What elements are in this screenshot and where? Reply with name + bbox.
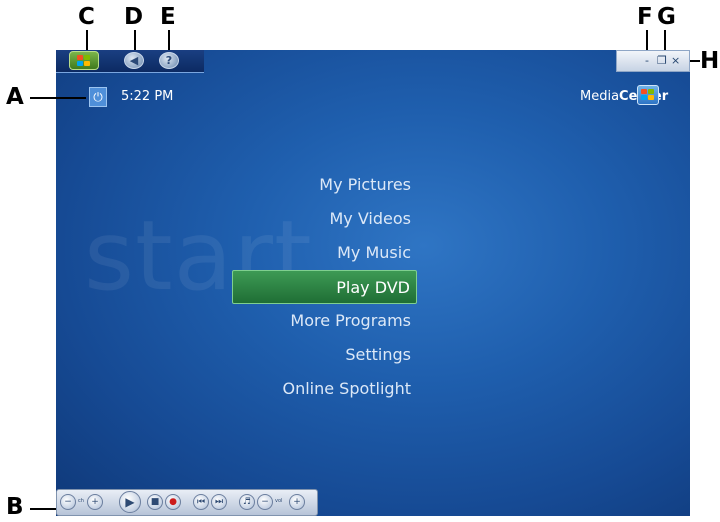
leader-a [30,97,86,99]
restore-button[interactable]: ❐ [657,54,667,68]
volume-down-button[interactable]: − [257,494,273,510]
skip-back-icon: ⏮ [196,497,206,507]
help-button[interactable]: ? [159,52,179,69]
menu-item[interactable]: Online Spotlight [232,372,417,406]
clock: 5:22 PM [121,89,174,104]
close-button[interactable]: × [671,54,680,68]
callout-g: G [657,4,676,30]
back-button[interactable]: ◀ [124,52,144,69]
record-button[interactable]: ● [165,494,181,510]
callout-h: H [700,48,720,74]
power-button[interactable]: ⏻ [89,87,107,107]
channel-up-button[interactable]: + [87,494,103,510]
brand-media: Media [580,89,620,104]
callout-c: C [78,4,95,30]
skip-forward-icon: ⏭ [214,497,224,507]
channel-down-button[interactable]: − [60,494,76,510]
play-icon: ▶ [125,495,135,509]
stop-button[interactable]: ■ [147,494,163,510]
callout-d: D [124,4,144,30]
stop-icon: ■ [150,497,160,507]
menu-item[interactable]: Play DVD [232,270,417,304]
title-toolbar: ◀ ? [56,50,204,73]
callout-b: B [6,494,24,520]
mute-button[interactable]: ♬ [239,494,255,510]
transport-controls: − ch + ▶ ■ ● ⏮ ⏭ ♬ − vol + [56,489,318,516]
minimize-button[interactable]: - [645,54,649,68]
start-button[interactable] [69,51,99,70]
skip-back-button[interactable]: ⏮ [193,494,209,510]
speaker-icon: ♬ [242,497,252,507]
callout-e: E [160,4,176,30]
leader-e [168,30,170,52]
window-controls: - ❐ × [616,50,690,72]
callout-a: A [6,84,24,110]
channel-label: ch [78,498,84,504]
leader-d [134,30,136,52]
menu-item[interactable]: Settings [232,338,417,372]
menu-item[interactable]: My Videos [232,202,417,236]
power-icon: ⏻ [93,90,103,104]
record-icon: ● [169,497,177,507]
volume-up-button[interactable]: + [289,494,305,510]
menu-item[interactable]: My Music [232,236,417,270]
menu-item[interactable]: More Programs [232,304,417,338]
play-button[interactable]: ▶ [119,491,141,513]
question-mark-icon: ? [165,54,173,67]
leader-c [86,30,88,52]
leader-b [30,508,58,510]
volume-label: vol [275,498,283,504]
media-center-flag-icon [637,85,659,105]
back-arrow-icon: ◀ [129,54,139,67]
windows-flag-icon [77,55,91,67]
callout-f: F [637,4,653,30]
menu-item[interactable]: My Pictures [232,168,417,202]
start-menu: My Pictures My Videos My Music Play DVD More… [232,168,417,406]
skip-forward-button[interactable]: ⏭ [211,494,227,510]
